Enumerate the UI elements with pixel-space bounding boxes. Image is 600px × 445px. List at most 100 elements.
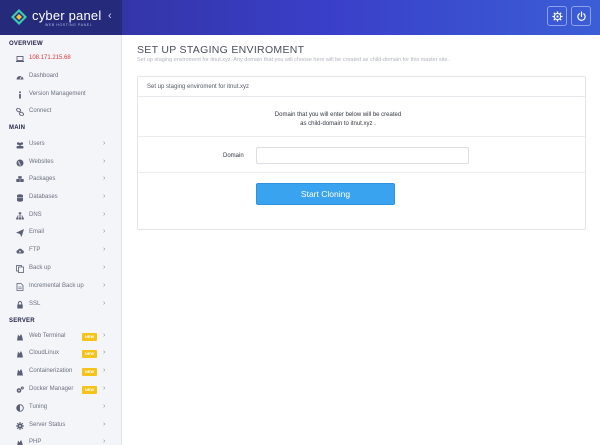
top-bar: cyber panel WEB HOSTING PANEL ‹	[0, 0, 600, 35]
sidebar-item-label: CloudLinux	[29, 350, 60, 356]
new-badge: NEW	[82, 386, 97, 394]
page-subtitle: Set up staging enviroment for itnut.xyz.…	[137, 57, 450, 63]
sidebar-item-containerization[interactable]: Containerization NEW ›	[0, 364, 122, 381]
sidebar-item-label: Users	[29, 141, 45, 147]
users-icon	[16, 142, 24, 149]
chevron-right-icon: ›	[103, 282, 106, 289]
file-icon	[16, 283, 24, 291]
section-overview: OVERVIEW	[9, 41, 43, 47]
new-badge: NEW	[82, 350, 97, 358]
new-badge: NEW	[82, 368, 97, 376]
ip-address: 108.171.215.68	[29, 55, 71, 61]
info-line-2: as child-domain to itnut.xyz .	[300, 121, 376, 127]
chevron-right-icon: ›	[103, 211, 106, 218]
chevron-right-icon: ›	[103, 158, 106, 165]
sidebar-item-dashboard[interactable]: Dashboard	[0, 69, 122, 86]
adjust-icon	[16, 404, 24, 412]
sidebar-item-version-management[interactable]: Version Management	[0, 87, 122, 104]
sidebar-item-php[interactable]: PHP ›	[0, 435, 122, 445]
brand-name: cyber panel	[32, 8, 102, 23]
gear-icon	[16, 422, 24, 430]
sidebar-item-label: Containerization	[29, 368, 73, 374]
chevron-right-icon: ›	[103, 193, 106, 200]
start-cloning-button[interactable]: Start Cloning	[256, 183, 395, 205]
chevron-right-icon: ›	[103, 246, 106, 253]
sidebar-item-label: Web Terminal	[29, 333, 66, 339]
page-title: SET UP STAGING ENVIROMENT	[137, 44, 305, 56]
power-button[interactable]	[571, 6, 591, 26]
section-server: SERVER	[9, 318, 35, 324]
copy-icon	[16, 265, 24, 273]
info-icon	[19, 91, 21, 99]
divider	[138, 136, 585, 137]
settings-button[interactable]	[547, 6, 567, 26]
database-icon	[17, 194, 23, 202]
sidebar-item-server-status[interactable]: Server Status ›	[0, 418, 122, 435]
chevron-right-icon: ›	[103, 140, 106, 147]
sidebar-item-ip[interactable]: 108.171.215.68	[0, 51, 122, 68]
sidebar-item-websites[interactable]: Websites ›	[0, 155, 122, 172]
sidebar-item-dns[interactable]: DNS ›	[0, 208, 122, 225]
sidebar-item-label: Connect	[29, 108, 52, 114]
lock-icon	[17, 301, 23, 309]
cloud-upload-icon	[16, 248, 24, 254]
cloudlinux-icon	[17, 351, 23, 358]
chevron-right-icon: ›	[103, 367, 106, 374]
sidebar-item-label: Packages	[29, 176, 56, 182]
power-icon	[576, 10, 586, 21]
sidebar-item-email[interactable]: Email ›	[0, 225, 122, 242]
sidebar-item-backup[interactable]: Back up ›	[0, 261, 122, 278]
domain-input[interactable]	[256, 147, 469, 164]
container-icon	[17, 369, 23, 376]
sidebar-item-label: FTP	[29, 247, 41, 253]
sidebar-item-connect[interactable]: Connect	[0, 104, 122, 121]
sidebar-item-label: Incremental Back up	[29, 283, 84, 289]
chevron-right-icon: ›	[103, 403, 106, 410]
sidebar-item-docker-manager[interactable]: Docker Manager NEW ›	[0, 382, 122, 399]
link-icon	[16, 108, 24, 116]
sidebar-item-label: Dashboard	[29, 73, 59, 79]
info-text: Domain that you will enter below will be…	[248, 111, 428, 129]
chevron-right-icon: ›	[103, 349, 106, 356]
chevron-right-icon: ›	[103, 175, 106, 182]
sidebar-item-label: Tuning	[29, 404, 48, 410]
sidebar-item-databases[interactable]: Databases ›	[0, 190, 122, 207]
gear-icon	[551, 10, 563, 22]
terminal-icon	[17, 334, 23, 341]
chevron-right-icon: ›	[103, 438, 106, 445]
sidebar-item-cloudlinux[interactable]: CloudLinux NEW ›	[0, 346, 122, 363]
sidebar-item-label: Websites	[29, 159, 54, 165]
laptop-icon	[16, 56, 24, 62]
brand-tagline: WEB HOSTING PANEL	[45, 23, 93, 27]
sidebar-item-web-terminal[interactable]: Web Terminal NEW ›	[0, 329, 122, 346]
packages-icon	[16, 176, 24, 182]
chevron-right-icon: ›	[103, 228, 106, 235]
globe-icon	[16, 159, 24, 167]
chevron-right-icon: ›	[103, 264, 106, 271]
sidebar-item-ssl[interactable]: SSL ›	[0, 297, 122, 314]
sidebar-item-incremental-backup[interactable]: Incremental Back up ›	[0, 279, 122, 296]
section-main: MAIN	[9, 125, 26, 131]
sidebar-item-users[interactable]: Users ›	[0, 137, 122, 154]
sidebar-item-label: SSL	[29, 301, 41, 307]
new-badge: NEW	[82, 333, 97, 341]
chevron-left-icon[interactable]: ‹	[108, 10, 112, 22]
sidebar-item-label: Version Management	[29, 91, 86, 97]
info-line-1: Domain that you will enter below will be…	[274, 112, 402, 118]
sitemap-icon	[16, 212, 24, 220]
sidebar-item-ftp[interactable]: FTP ›	[0, 243, 122, 260]
cyberpanel-logo-icon	[11, 9, 27, 25]
staging-panel: Set up staging enviroment for itnut.xyz …	[137, 76, 586, 230]
panel-title: Set up staging enviroment for itnut.xyz	[147, 84, 250, 90]
divider	[138, 172, 585, 173]
sidebar-item-label: Back up	[29, 265, 51, 271]
sidebar-item-label: DNS	[29, 212, 42, 218]
sidebar-item-tuning[interactable]: Tuning ›	[0, 400, 122, 417]
sidebar-item-label: Email	[29, 229, 45, 235]
chevron-right-icon: ›	[103, 385, 106, 392]
sidebar-item-label: Databases	[29, 194, 58, 200]
sidebar-item-label: Docker Manager	[29, 386, 74, 392]
sidebar-item-label: PHP	[29, 439, 42, 445]
sidebar-item-packages[interactable]: Packages ›	[0, 172, 122, 189]
brand[interactable]: cyber panel WEB HOSTING PANEL ‹	[0, 0, 122, 35]
